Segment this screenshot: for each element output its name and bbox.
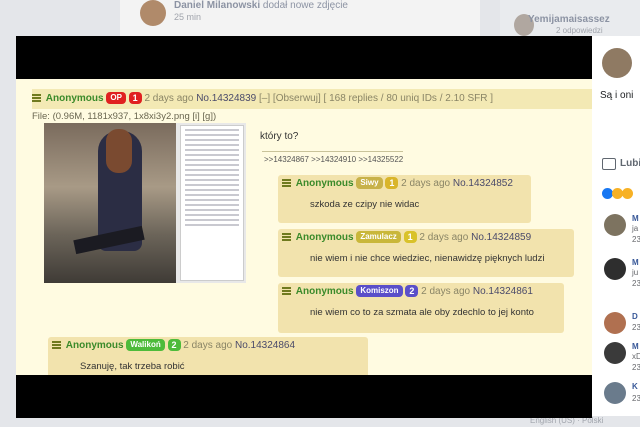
background-avatar	[140, 0, 166, 26]
poster-post-count: 1	[385, 177, 399, 190]
reply-post-number[interactable]: No.14324852	[453, 178, 513, 189]
comment-snippet: ju	[632, 268, 639, 277]
op-badge: OP	[106, 92, 126, 105]
commenter-name[interactable]: D	[632, 312, 638, 321]
commenter-avatar[interactable]	[604, 214, 626, 236]
like-button[interactable]: Lubi	[620, 158, 640, 169]
thread-stats: [ 168 replies / 80 uniq IDs / 2.10 SFR ]	[323, 93, 494, 104]
poster-avatar[interactable]	[602, 48, 632, 78]
poster-id-badge: Walikoń	[126, 339, 165, 352]
menu-icon[interactable]	[282, 179, 291, 188]
post-caption: Są i oni	[600, 90, 634, 101]
reply-name: Anonymous	[295, 178, 354, 189]
poster-post-count: 1	[403, 231, 417, 244]
menu-icon[interactable]	[282, 233, 291, 242]
op-name: Anonymous	[45, 93, 104, 104]
reply-message: nie wiem i nie chce wiedziec, nienawidzę…	[310, 253, 545, 264]
comment-time: 23	[632, 235, 640, 244]
op-time: 2 days ago	[144, 93, 194, 104]
reply-header: Anonymous Komiszon 2 2 days ago No.14324…	[278, 283, 564, 301]
commenter-avatar[interactable]	[604, 382, 626, 404]
reply-header: Anonymous Walikoń 2 2 days ago No.143248…	[48, 337, 368, 355]
reply-post-number[interactable]: No.14324864	[235, 340, 295, 351]
photo-head	[106, 129, 132, 173]
op-post-number[interactable]: No.14324839	[196, 93, 256, 104]
poster-id-badge: Zamulacz	[356, 231, 401, 244]
reply-time: 2 days ago	[401, 178, 451, 189]
reply-post: Anonymous Siwy 1 2 days ago No.14324852 …	[278, 175, 531, 223]
poster-post-count: 2	[405, 285, 419, 298]
comment-panel: Są i oni Lubi M ja 23 M ju 23 D 23 M xD …	[592, 36, 640, 416]
commenter-name[interactable]: M	[632, 342, 639, 351]
menu-icon[interactable]	[282, 287, 291, 296]
reply-time: 2 days ago	[419, 232, 469, 243]
op-controls[interactable]: [–] [Obserwuj]	[259, 93, 321, 104]
poster-id-badge: Komiszon	[356, 285, 403, 298]
file-info[interactable]: File: (0.96M, 1181x937, 1x8xi3y2.png [i]…	[32, 111, 216, 122]
commenter-avatar[interactable]	[604, 342, 626, 364]
background-post-time: 25 min	[174, 12, 202, 22]
menu-icon[interactable]	[52, 341, 61, 350]
reply-message: nie wiem co to za szmata ale oby zdechlo…	[310, 307, 534, 318]
background-post-author: Daniel Milanowski dodał nowe zdjęcie	[174, 0, 348, 11]
commenter-name[interactable]: K	[632, 382, 638, 391]
menu-icon[interactable]	[32, 94, 41, 103]
op-message: który to?	[260, 131, 299, 142]
reply-header: Anonymous Siwy 1 2 days ago No.14324852	[278, 175, 531, 193]
comment-snippet: ja	[632, 224, 639, 233]
op-post-header: Anonymous OP 1 2 days ago No.14324839 [–…	[32, 89, 592, 109]
comment-time: 23	[632, 279, 640, 288]
comment-time: 23	[632, 363, 640, 372]
background-comment-author: Yemijamaisassez	[528, 14, 610, 25]
like-icon[interactable]	[602, 158, 616, 170]
wow-reaction-icon	[622, 188, 633, 199]
comment-time: 23	[632, 323, 640, 332]
reply-name: Anonymous	[295, 232, 354, 243]
background-comment-sub: 2 odpowiedzi	[556, 26, 603, 35]
reply-name: Anonymous	[295, 286, 354, 297]
op-image-thumbnail[interactable]	[44, 123, 246, 283]
reply-post-number[interactable]: No.14324859	[471, 232, 531, 243]
reply-time: 2 days ago	[183, 340, 233, 351]
commenter-avatar[interactable]	[604, 258, 626, 280]
reply-post: Anonymous Komiszon 2 2 days ago No.14324…	[278, 283, 564, 333]
commenter-name[interactable]: M	[632, 214, 639, 223]
op-post-count: 1	[128, 92, 142, 105]
comment-snippet: xD	[632, 352, 640, 361]
commenter-name[interactable]: M	[632, 258, 639, 267]
comment-time: 23	[632, 394, 640, 403]
reply-name: Anonymous	[65, 340, 124, 351]
reply-message: Szanuję, tak trzeba robić	[80, 361, 185, 372]
poster-post-count: 2	[167, 339, 181, 352]
poster-id-badge: Siwy	[356, 177, 383, 190]
board-screenshot: Anonymous OP 1 2 days ago No.14324839 [–…	[16, 79, 592, 375]
reply-post-number[interactable]: No.14324861	[473, 286, 533, 297]
commenter-avatar[interactable]	[604, 312, 626, 334]
reply-message: szkoda ze czipy nie widac	[310, 199, 420, 210]
op-backlinks[interactable]: >>14324867 >>14324910 >>14325522	[261, 151, 404, 164]
reply-header: Anonymous Zamulacz 1 2 days ago No.14324…	[278, 229, 574, 247]
reply-post: Anonymous Walikoń 2 2 days ago No.143248…	[48, 337, 368, 375]
reply-time: 2 days ago	[421, 286, 471, 297]
reply-post: Anonymous Zamulacz 1 2 days ago No.14324…	[278, 229, 574, 277]
screenshot-panel	[180, 125, 244, 281]
